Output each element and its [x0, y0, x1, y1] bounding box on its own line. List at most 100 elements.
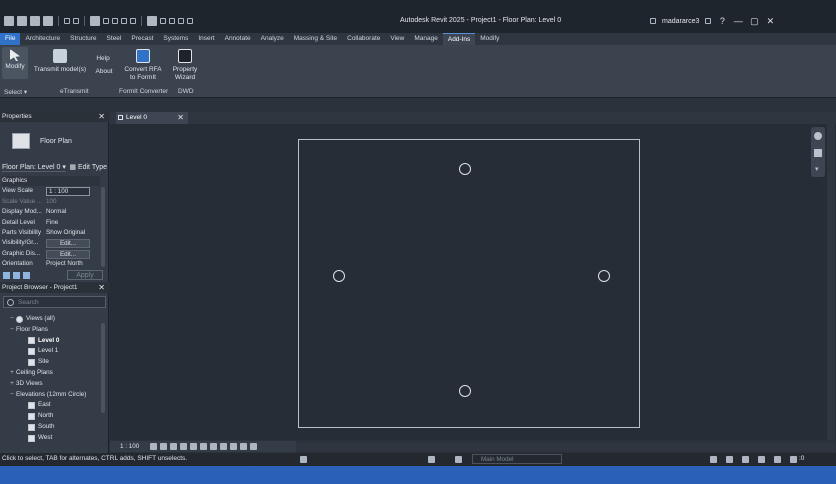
property-row[interactable]: Detail Level Fine [2, 218, 100, 228]
west-elevation-marker[interactable] [333, 270, 345, 282]
close-hidden-views-icon[interactable] [178, 18, 184, 24]
north-elevation-marker[interactable] [459, 163, 471, 175]
vertical-scrollbar[interactable] [827, 124, 835, 440]
worksets-icon[interactable] [300, 456, 307, 463]
property-row[interactable]: Visibility/Gr... Edit... [2, 238, 100, 249]
property-row[interactable]: View Scale 1 : 100 [2, 186, 100, 197]
undo-icon[interactable] [64, 18, 70, 24]
worksharing-display-icon[interactable] [240, 443, 248, 450]
help-icon[interactable]: ? [717, 16, 727, 26]
reveal-hidden-icon[interactable] [230, 443, 238, 450]
graphics-group-header[interactable]: Graphics [2, 176, 100, 187]
tree-item[interactable]: North [0, 411, 100, 422]
select-links-icon[interactable] [710, 456, 717, 463]
revit-logo-icon[interactable] [4, 16, 14, 26]
sort-icon[interactable] [13, 271, 20, 279]
convert-rfa-button[interactable]: Convert RFA to FormIt [120, 49, 166, 82]
default-3d-view-icon[interactable] [147, 16, 157, 26]
tree-item[interactable]: − Views (all) [0, 314, 100, 325]
tab-collaborate[interactable]: Collaborate [342, 33, 385, 45]
analytical-model-icon[interactable] [250, 443, 258, 450]
main-model-select[interactable]: Main Model [472, 454, 562, 464]
text-icon[interactable] [130, 18, 136, 24]
visual-style-icon[interactable] [160, 443, 168, 450]
thin-lines-icon[interactable] [169, 18, 175, 24]
filter-icon[interactable] [23, 271, 30, 279]
property-row[interactable]: Graphic Dis... Edit... [2, 249, 100, 259]
expand-icon[interactable]: + [8, 368, 16, 379]
temporary-hide-icon[interactable] [220, 443, 228, 450]
tree-item[interactable]: − Floor Plans [0, 325, 100, 336]
close-icon[interactable]: ✕ [98, 112, 105, 122]
crop-region[interactable] [298, 139, 640, 428]
expand-icon[interactable]: + [8, 379, 16, 390]
browser-scrollbar[interactable] [101, 323, 105, 413]
show-crop-icon[interactable] [200, 443, 208, 450]
section-icon[interactable] [160, 18, 166, 24]
sync-icon[interactable] [43, 16, 53, 26]
tab-architecture[interactable]: Architecture [20, 33, 65, 45]
east-elevation-marker[interactable] [598, 270, 610, 282]
open-icon[interactable] [17, 16, 27, 26]
detail-level-icon[interactable] [150, 443, 158, 450]
tree-item[interactable]: South [0, 422, 100, 433]
tag-icon[interactable] [121, 18, 127, 24]
tab-manage[interactable]: Manage [409, 33, 443, 45]
collapse-icon[interactable]: − [8, 390, 16, 401]
view-tab-level-0[interactable]: Level 0 ✕ [116, 112, 188, 124]
tab-massing-site[interactable]: Massing & Site [289, 33, 342, 45]
properties-scrollbar[interactable] [101, 187, 105, 267]
tab-annotate[interactable]: Annotate [220, 33, 256, 45]
viewcube-icon[interactable] [814, 132, 822, 140]
tab-structure[interactable]: Structure [65, 33, 101, 45]
crop-view-icon[interactable] [190, 443, 198, 450]
apply-button[interactable]: Apply [67, 270, 103, 280]
zoom-icon[interactable]: ▾ [815, 165, 819, 173]
select-by-face-icon[interactable] [758, 456, 765, 463]
tree-item[interactable]: Site [0, 357, 100, 368]
edit-button[interactable]: Edit... [46, 249, 90, 259]
user-icon[interactable] [650, 18, 656, 24]
shadows-icon[interactable] [180, 443, 188, 450]
property-row[interactable]: Scale Value ... 100 [2, 197, 100, 207]
redo-icon[interactable] [73, 18, 79, 24]
property-wizard-button[interactable]: Property Wizard [168, 49, 202, 82]
tree-item[interactable]: East [0, 400, 100, 411]
tree-item[interactable]: West [0, 433, 100, 444]
type-selector[interactable]: Floor Plan [0, 123, 109, 161]
view-scale-input[interactable]: 1 : 100 [46, 187, 90, 197]
select-pinned-icon[interactable] [742, 456, 749, 463]
tree-item[interactable]: +3D Views [0, 379, 100, 390]
help-button[interactable]: Help [92, 55, 114, 63]
tab-systems[interactable]: Systems [158, 33, 193, 45]
measure-icon[interactable] [103, 18, 109, 24]
tree-item[interactable]: − Elevations (12mm Circle) [0, 390, 100, 401]
filter-icon[interactable] [790, 456, 797, 463]
modify-button[interactable]: Modify [2, 47, 28, 79]
collapse-icon[interactable]: − [8, 325, 16, 336]
collapse-icon[interactable]: − [8, 314, 16, 325]
print-icon[interactable] [90, 16, 100, 26]
property-row[interactable]: Parts Visibility Show Original [2, 228, 100, 238]
save-icon[interactable] [30, 16, 40, 26]
close-button[interactable]: ✕ [765, 16, 775, 26]
properties-help-icon[interactable] [3, 271, 10, 279]
tab-view[interactable]: View [385, 33, 409, 45]
view-scale[interactable]: 1 : 100 [120, 443, 139, 450]
instance-filter-select[interactable]: Floor Plan: Level 0 ▾ [2, 163, 66, 172]
select-panel-label[interactable]: Select ▾ [4, 88, 27, 96]
close-icon[interactable]: ✕ [177, 112, 184, 124]
lock-3d-icon[interactable] [210, 443, 218, 450]
property-row[interactable]: Orientation Project North [2, 259, 100, 269]
browser-search-input[interactable]: Search [3, 296, 106, 308]
minimize-button[interactable]: — [733, 16, 743, 26]
about-button[interactable]: About [92, 68, 116, 76]
dimension-icon[interactable] [112, 18, 118, 24]
transmit-models-button[interactable]: Transmit model(s) [32, 49, 88, 74]
cart-icon[interactable] [705, 18, 712, 24]
tab-analyze[interactable]: Analyze [256, 33, 289, 45]
sun-path-icon[interactable] [170, 443, 178, 450]
tab-insert[interactable]: Insert [193, 33, 219, 45]
horizontal-scrollbar[interactable] [296, 443, 834, 451]
tab-precast[interactable]: Precast [126, 33, 158, 45]
